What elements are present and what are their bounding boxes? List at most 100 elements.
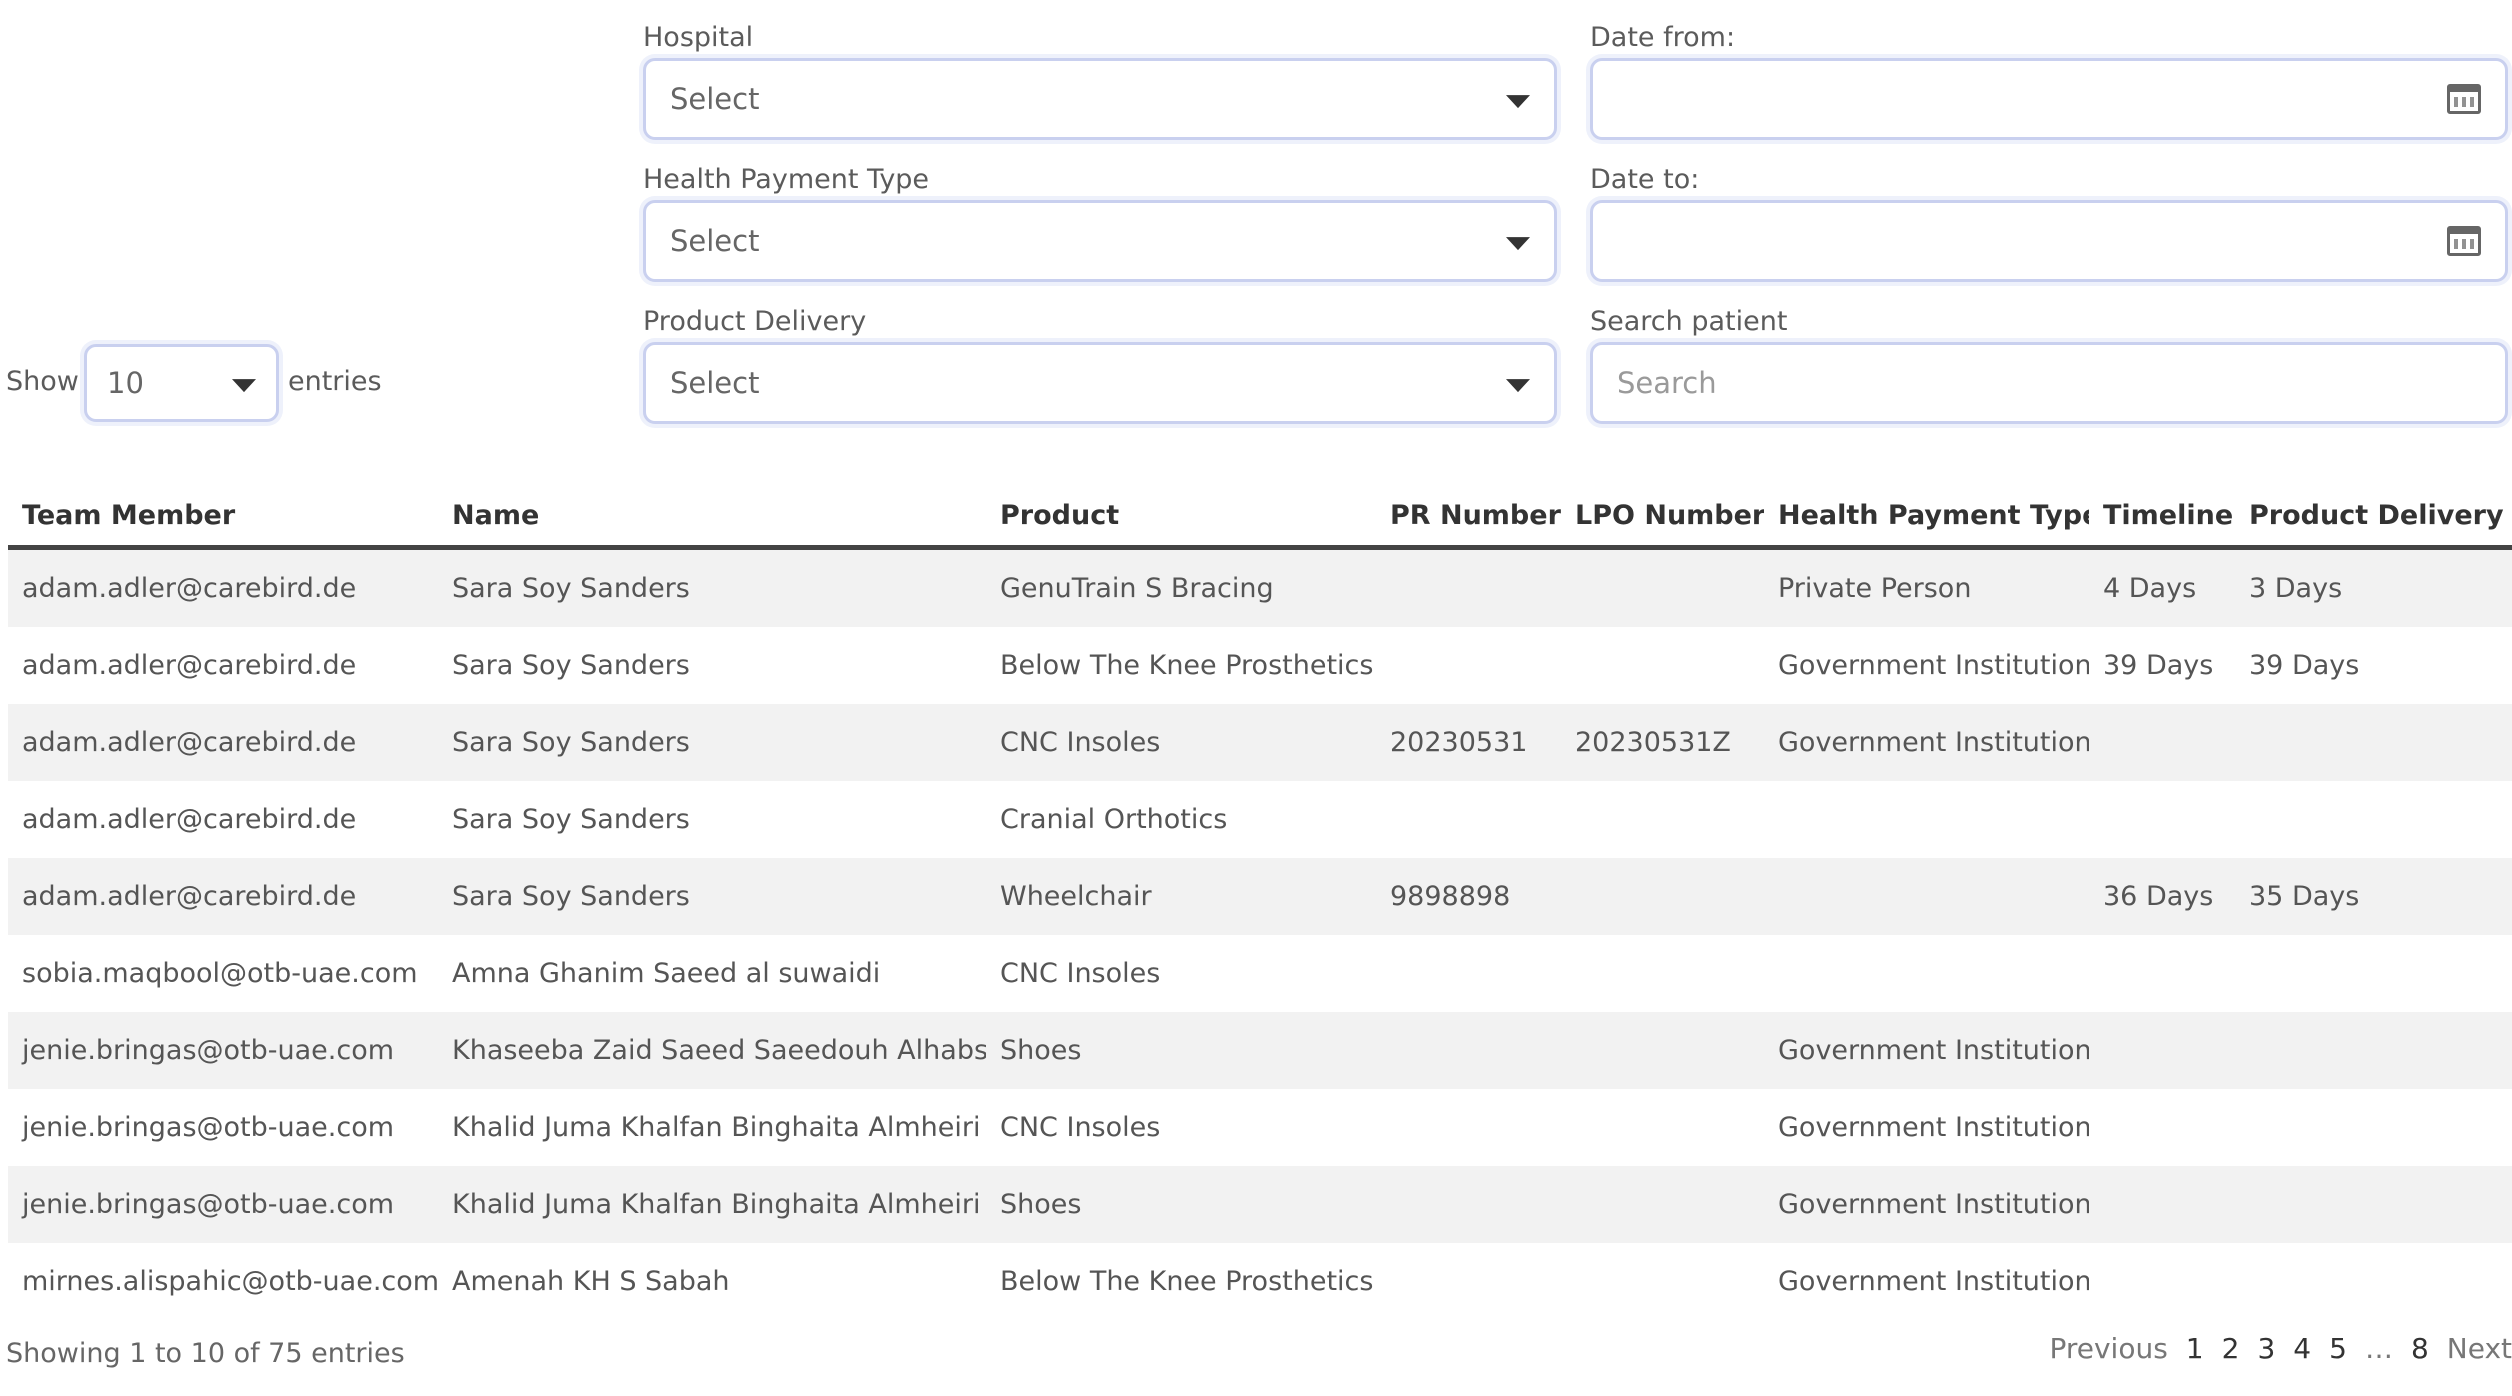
calendar-icon[interactable] — [2447, 226, 2481, 256]
show-label: Show — [6, 366, 79, 397]
cell-name: Khaseeba Zaid Saeed Saeedouh Alhabsi — [438, 1012, 986, 1089]
cell-pr-number — [1376, 547, 1561, 627]
cell-product: Shoes — [986, 1012, 1376, 1089]
product-delivery-select[interactable]: Select — [643, 342, 1557, 424]
cell-lpo-number — [1561, 547, 1764, 627]
date-from-input[interactable] — [1590, 58, 2508, 140]
pagination-page[interactable]: 5 — [2329, 1332, 2347, 1365]
calendar-icon[interactable] — [2447, 84, 2481, 114]
health-payment-type-value: Select — [670, 224, 760, 258]
cell-timeline — [2089, 935, 2235, 1012]
table-row[interactable]: adam.adler@carebird.de Sara Soy Sanders CN… — [8, 704, 2512, 781]
cell-pr-number — [1376, 1089, 1561, 1166]
cell-health-payment-type — [1764, 858, 2089, 935]
cell-lpo-number — [1561, 858, 1764, 935]
cell-health-payment-type: Government Institution — [1778, 650, 2089, 681]
cell-product-delivery — [2235, 1243, 2512, 1320]
entries-length-value: 10 — [107, 366, 144, 400]
table-row[interactable]: mirnes.alispahic@otb-uae.com Amenah KH S … — [8, 1243, 2512, 1320]
hospital-select[interactable]: Select — [643, 58, 1557, 140]
table-row[interactable]: jenie.bringas@otb-uae.com Khaseeba Zaid S… — [8, 1012, 2512, 1089]
cell-pr-number — [1376, 1012, 1561, 1089]
hospital-label: Hospital — [643, 22, 754, 53]
cell-timeline: 39 Days — [2103, 650, 2214, 681]
cell-lpo-number — [1561, 1089, 1764, 1166]
cell-team-member: jenie.bringas@otb-uae.com — [8, 1012, 438, 1089]
cell-timeline: 36 Days — [2089, 858, 2235, 935]
cell-product: Below The Knee Prosthetics — [1000, 650, 1374, 681]
cell-lpo-number — [1561, 935, 1764, 1012]
cell-product-delivery — [2235, 781, 2512, 858]
pagination-page[interactable]: 3 — [2257, 1332, 2275, 1365]
pagination-page[interactable]: 1 — [2186, 1332, 2204, 1365]
cell-team-member: adam.adler@carebird.de — [8, 547, 438, 627]
cell-lpo-number — [1561, 1166, 1764, 1243]
cell-team-member: sobia.maqbool@otb-uae.com — [22, 958, 418, 989]
column-header-team-member[interactable]: Team Member — [8, 485, 438, 550]
column-header-product-delivery[interactable]: Product Delivery — [2235, 485, 2512, 550]
column-header-lpo-number[interactable]: LPO Number — [1561, 485, 1764, 550]
cell-lpo-number: 20230531Z — [1561, 704, 1764, 781]
table-row[interactable]: sobia.maqbool@otb-uae.com Amna Ghanim Sae… — [8, 935, 2512, 1012]
date-to-label: Date to: — [1590, 164, 1700, 195]
cell-lpo-number — [1561, 1243, 1764, 1320]
table-row[interactable]: adam.adler@carebird.de Sara Soy Sanders Be… — [8, 627, 2512, 704]
cell-name: Sara Soy Sanders — [452, 650, 690, 681]
orders-table: Team Member Name Product PR Number LPO Numbe… — [8, 485, 2512, 1320]
cell-timeline: 4 Days — [2089, 547, 2235, 627]
cell-lpo-number — [1561, 627, 1764, 704]
cell-team-member: adam.adler@carebird.de — [8, 858, 438, 935]
cell-health-payment-type: Private Person — [1764, 547, 2089, 627]
health-payment-type-select[interactable]: Select — [643, 200, 1557, 282]
cell-product: Cranial Orthotics — [1000, 804, 1228, 835]
pagination-page[interactable]: 2 — [2222, 1332, 2240, 1365]
pagination-next[interactable]: Next — [2447, 1332, 2512, 1365]
date-from-label: Date from: — [1590, 22, 1736, 53]
pagination-page[interactable]: 8 — [2411, 1332, 2429, 1365]
table-row[interactable]: jenie.bringas@otb-uae.com Khalid Juma Kha… — [8, 1166, 2512, 1243]
cell-pr-number: 9898898 — [1376, 858, 1561, 935]
cell-name: Sara Soy Sanders — [438, 704, 986, 781]
table-row[interactable]: adam.adler@carebird.de Sara Soy Sanders Ge… — [8, 547, 2512, 627]
cell-team-member: adam.adler@carebird.de — [8, 704, 438, 781]
cell-pr-number — [1376, 627, 1561, 704]
cell-product: Below The Knee Prosthetics — [1000, 1266, 1374, 1297]
pagination: Previous 1 2 3 4 5 … 8 Next — [2049, 1332, 2512, 1365]
chevron-down-icon — [1506, 237, 1530, 251]
cell-health-payment-type: Government Institution — [1778, 1266, 2089, 1297]
pagination-page[interactable]: 4 — [2293, 1332, 2311, 1365]
cell-timeline — [2089, 1166, 2235, 1243]
table-info: Showing 1 to 10 of 75 entries — [6, 1338, 405, 1369]
cell-name: Amenah KH S Sabah — [452, 1266, 730, 1297]
pagination-previous[interactable]: Previous — [2049, 1332, 2167, 1365]
cell-timeline — [2089, 1243, 2235, 1320]
column-header-timeline[interactable]: Timeline — [2089, 485, 2235, 550]
column-header-product[interactable]: Product — [986, 485, 1376, 550]
date-to-input[interactable] — [1590, 200, 2508, 282]
entries-length-select[interactable]: 10 — [84, 344, 279, 422]
cell-product-delivery — [2235, 1166, 2512, 1243]
cell-product-delivery — [2235, 935, 2512, 1012]
cell-product: Wheelchair — [986, 858, 1376, 935]
entries-label: entries — [288, 366, 382, 397]
table-row[interactable]: adam.adler@carebird.de Sara Soy Sanders Wh… — [8, 858, 2512, 935]
cell-team-member: jenie.bringas@otb-uae.com — [8, 1166, 438, 1243]
cell-name: Khalid Juma Khalfan Binghaita Almheiri — [452, 1112, 981, 1143]
chevron-down-icon — [1506, 95, 1530, 109]
cell-product: CNC Insoles — [1000, 958, 1161, 989]
cell-product: CNC Insoles — [986, 704, 1376, 781]
cell-team-member: adam.adler@carebird.de — [22, 650, 357, 681]
column-header-health-payment-type[interactable]: Health Payment Type — [1764, 485, 2089, 550]
cell-health-payment-type — [1764, 781, 2089, 858]
cell-health-payment-type — [1764, 935, 2089, 1012]
search-patient-input[interactable]: Search — [1590, 342, 2508, 424]
cell-lpo-number — [1561, 1012, 1764, 1089]
cell-product-delivery: 3 Days — [2235, 547, 2512, 627]
cell-name: Amna Ghanim Saeed al suwaidi — [452, 958, 881, 989]
column-header-name[interactable]: Name — [438, 485, 986, 550]
table-row[interactable]: adam.adler@carebird.de Sara Soy Sanders Cr… — [8, 781, 2512, 858]
cell-team-member: adam.adler@carebird.de — [22, 804, 357, 835]
column-header-pr-number[interactable]: PR Number — [1376, 485, 1561, 550]
cell-timeline — [2089, 781, 2235, 858]
table-row[interactable]: jenie.bringas@otb-uae.com Khalid Juma Kha… — [8, 1089, 2512, 1166]
